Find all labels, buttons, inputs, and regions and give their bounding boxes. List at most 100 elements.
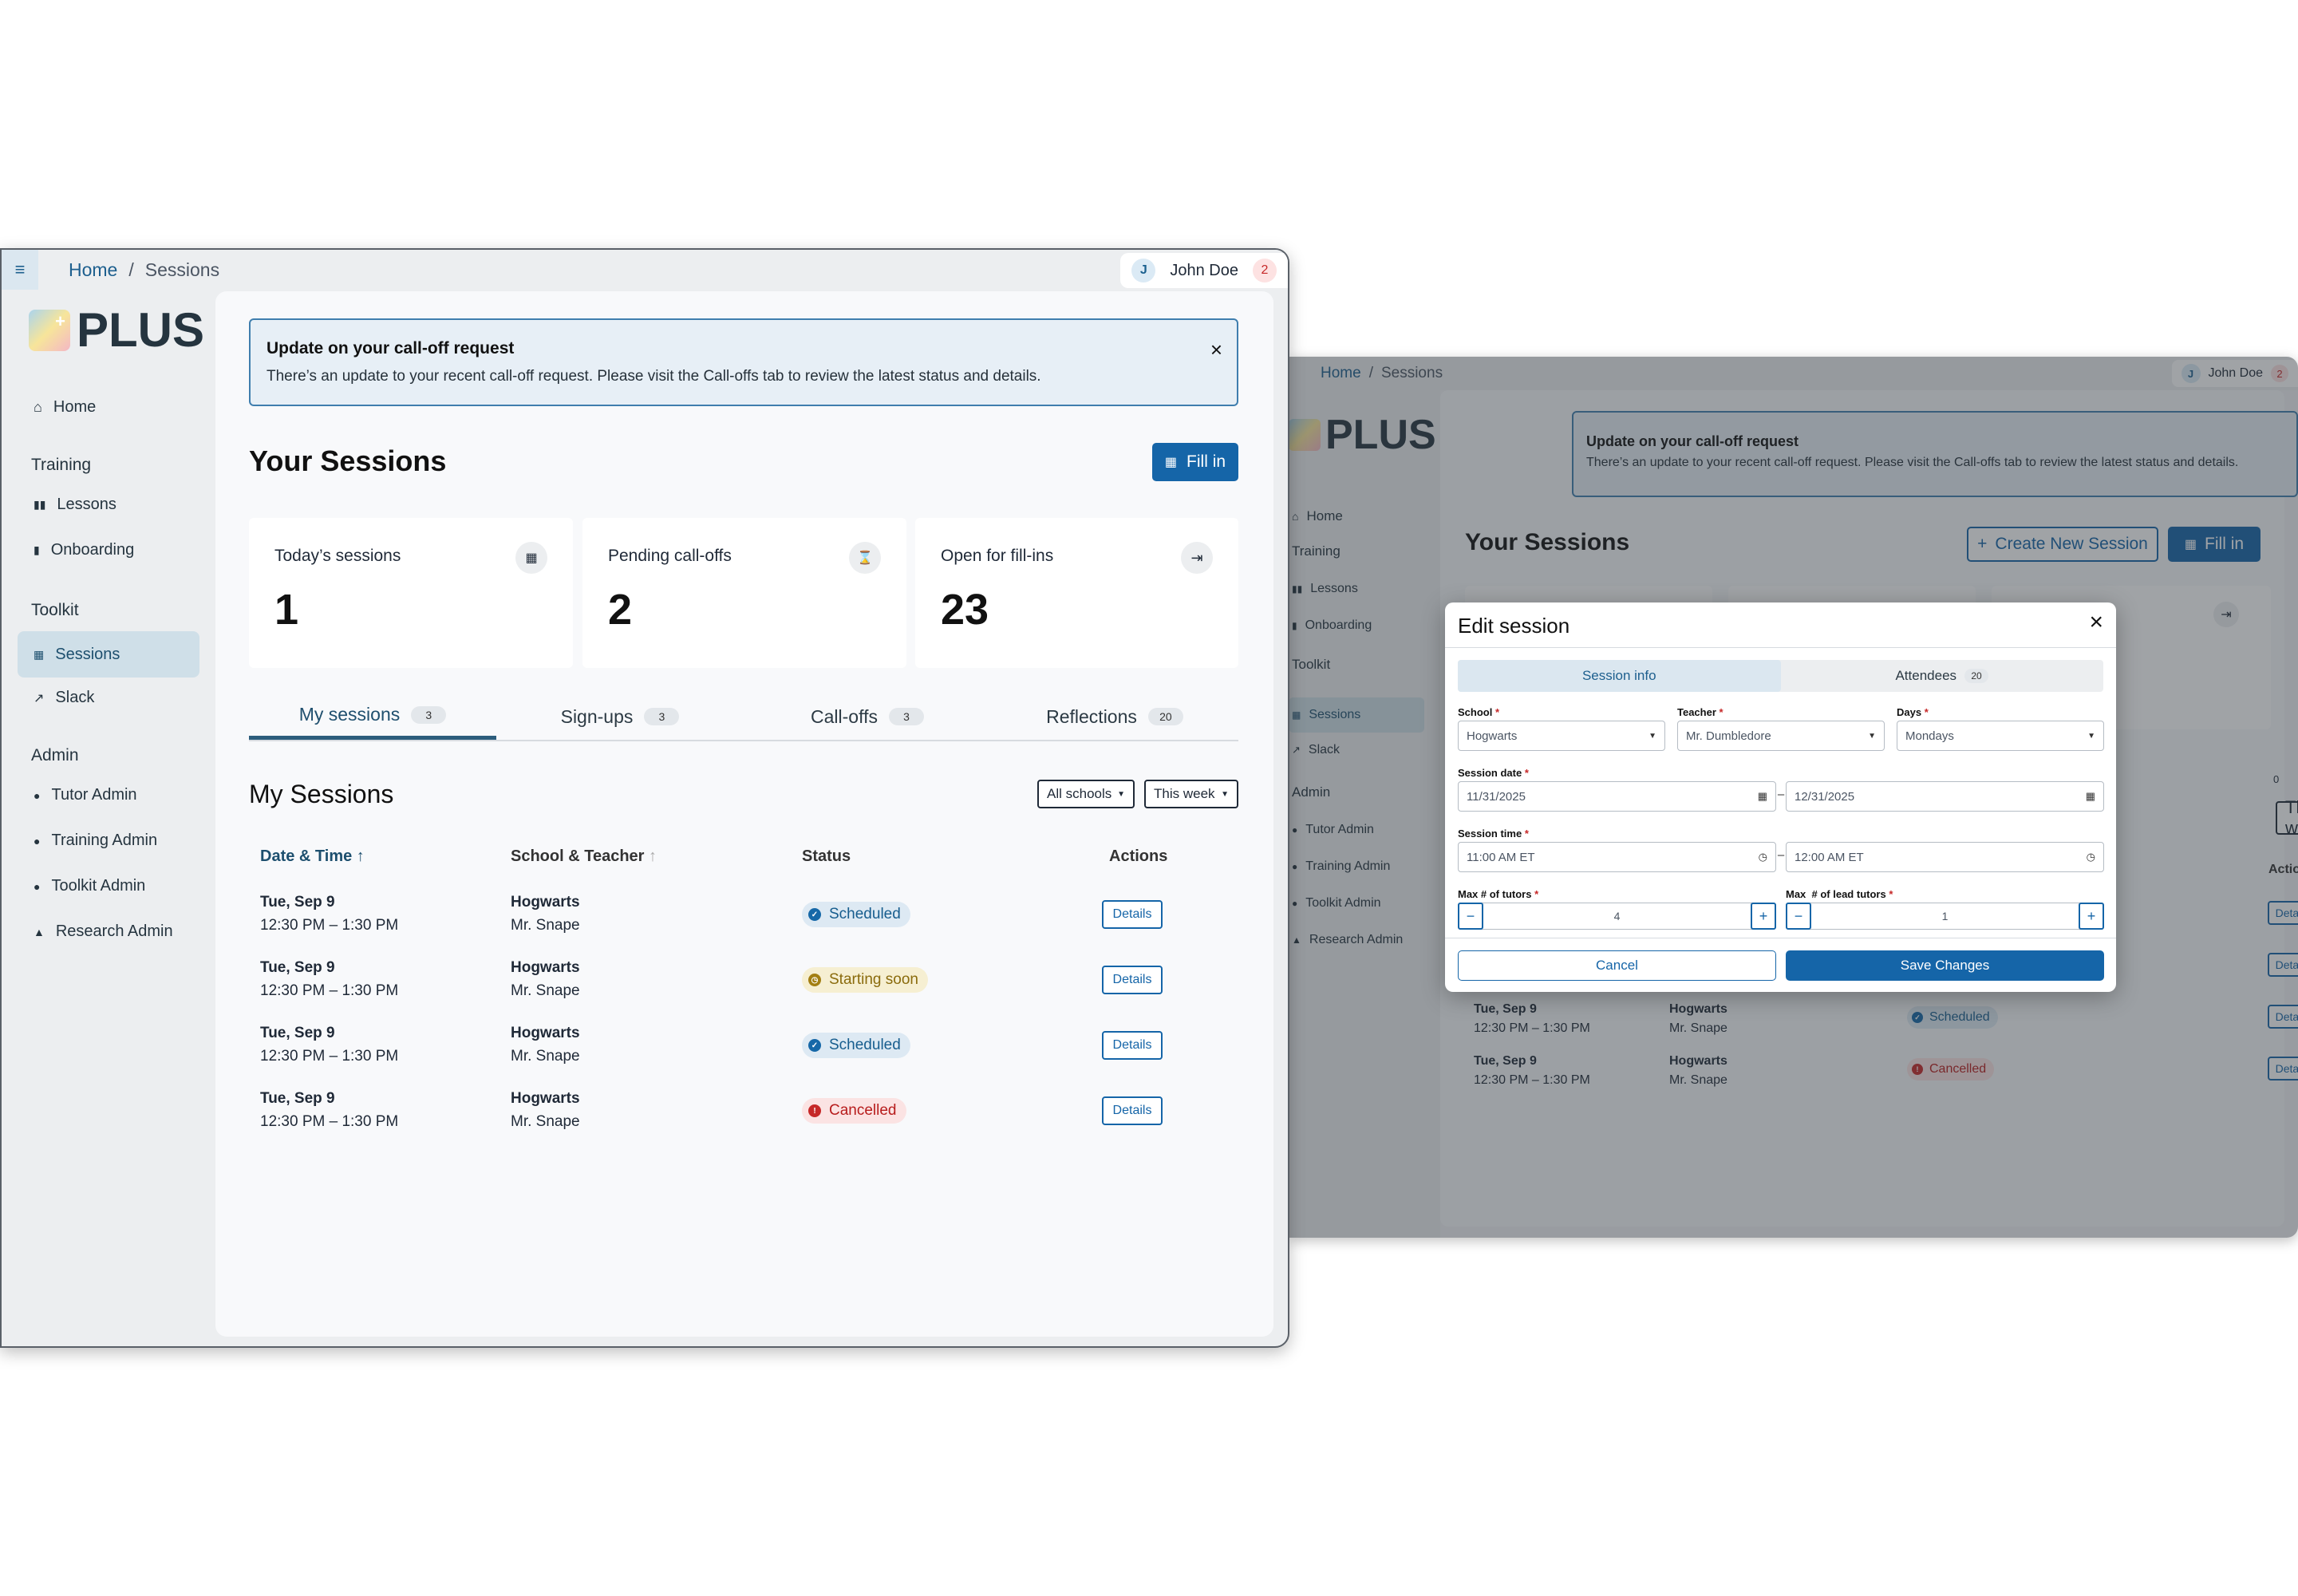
school-filter[interactable]: All schools ▼ bbox=[1037, 780, 1135, 808]
sidebar-item-slack[interactable]: ↗ Slack bbox=[34, 689, 94, 707]
session-date-start-input[interactable]: 11/31/2025 ▦ bbox=[1458, 781, 1776, 812]
session-school: Hogwarts bbox=[511, 1025, 580, 1041]
calendar-icon[interactable]: ▦ bbox=[2086, 790, 2095, 803]
session-date: Tue, Sep 9 bbox=[260, 959, 335, 976]
filter-label: This week bbox=[1154, 786, 1215, 801]
session-time: 12:30 PM – 1:30 PM bbox=[260, 1113, 399, 1130]
sidebar-item-lessons[interactable]: ▮▮ Lessons bbox=[34, 496, 116, 514]
logo-text: PLUS bbox=[77, 303, 205, 357]
user-menu[interactable]: J John Doe 2 bbox=[1120, 253, 1288, 288]
tab-sign-ups[interactable]: Sign-ups 3 bbox=[496, 693, 744, 740]
max-tutors-stepper[interactable]: 4 bbox=[1458, 903, 1776, 930]
details-button[interactable]: Details bbox=[1102, 900, 1163, 929]
user-name: John Doe bbox=[1170, 261, 1238, 279]
clock-icon: ◷ bbox=[808, 974, 821, 986]
required-marker: * bbox=[1889, 888, 1893, 900]
sidebar-item-home[interactable]: ⌂ Home bbox=[34, 398, 96, 417]
details-button[interactable]: Details bbox=[1102, 1096, 1163, 1125]
range-dash: – bbox=[1777, 848, 1785, 862]
session-date-end-input[interactable]: 12/31/2025 ▦ bbox=[1786, 781, 2104, 812]
breadcrumb-home[interactable]: Home bbox=[69, 259, 117, 281]
sort-icon[interactable]: ↑ bbox=[649, 847, 657, 865]
calendar-icon[interactable]: ▦ bbox=[1758, 790, 1767, 803]
session-teacher: Mr. Snape bbox=[511, 917, 580, 934]
sidebar-item-label: Research Admin bbox=[55, 922, 173, 940]
flask-icon: ▲ bbox=[34, 925, 45, 938]
sort-ascending-icon[interactable]: ↑ bbox=[357, 847, 365, 865]
stat-label: Pending call-offs bbox=[608, 547, 732, 565]
caret-down-icon: ▼ bbox=[2087, 731, 2095, 741]
tab-call-offs[interactable]: Call-offs 3 bbox=[744, 693, 991, 740]
tab-attendees[interactable]: Attendees 20 bbox=[1781, 660, 2104, 692]
cancel-button[interactable]: Cancel bbox=[1458, 950, 1776, 981]
modal-close-button[interactable]: × bbox=[2089, 609, 2103, 636]
external-link-icon: ↗ bbox=[34, 691, 45, 705]
sign-in-icon: ⇥ bbox=[1181, 542, 1213, 574]
tab-count: 20 bbox=[1964, 669, 1989, 683]
details-button[interactable]: Details bbox=[1102, 966, 1163, 994]
week-filter[interactable]: This week ▼ bbox=[1144, 780, 1238, 808]
fill-in-button[interactable]: ▦ Fill in bbox=[1152, 443, 1238, 481]
max-tutors-label: Max # of tutors * bbox=[1458, 888, 1538, 900]
school-select[interactable]: Hogwarts ▼ bbox=[1458, 721, 1665, 751]
tab-reflections[interactable]: Reflections 20 bbox=[991, 693, 1238, 740]
increment-button[interactable]: + bbox=[2079, 903, 2104, 930]
days-label: Days * bbox=[1897, 706, 1929, 718]
tab-count: 3 bbox=[411, 705, 447, 724]
calendar-icon: ▦ bbox=[515, 542, 547, 574]
notification-count[interactable]: 2 bbox=[1253, 259, 1277, 282]
label-text: Max # of tutors bbox=[1458, 888, 1532, 900]
book-icon: ▮▮ bbox=[34, 498, 46, 511]
alert-close-button[interactable]: × bbox=[1210, 338, 1222, 362]
logo-mark-icon: + bbox=[29, 309, 70, 351]
home-icon: ⌂ bbox=[34, 399, 42, 415]
sidebar-section-toolkit: Toolkit bbox=[31, 601, 79, 619]
menu-toggle-button[interactable]: ≡ bbox=[2, 250, 38, 290]
alert-body: There’s an update to your recent call-of… bbox=[267, 368, 1041, 385]
sidebar-item-training-admin[interactable]: ● Training Admin bbox=[34, 832, 157, 850]
session-time-end-input[interactable]: 12:00 AM ET ◷ bbox=[1786, 842, 2104, 872]
caret-down-icon: ▼ bbox=[1117, 789, 1125, 799]
tab-count: 3 bbox=[888, 708, 924, 725]
sidebar-item-label: Home bbox=[53, 398, 97, 416]
stat-label: Open for fill-ins bbox=[941, 547, 1054, 565]
tab-count: 3 bbox=[644, 708, 680, 725]
teacher-label: Teacher * bbox=[1677, 706, 1724, 718]
header-date-time[interactable]: Date & Time ↑ bbox=[260, 847, 365, 866]
session-time-label: Session time * bbox=[1458, 828, 1529, 839]
tab-my-sessions[interactable]: My sessions 3 bbox=[249, 693, 496, 740]
sidebar-item-onboarding[interactable]: ▮ Onboarding bbox=[34, 541, 134, 559]
sidebar-item-toolkit-admin[interactable]: ● Toolkit Admin bbox=[34, 877, 145, 895]
session-time: 12:30 PM – 1:30 PM bbox=[260, 1048, 399, 1065]
teacher-select[interactable]: Mr. Dumbledore ▼ bbox=[1677, 721, 1885, 751]
sidebar: + PLUS ⌂ Home Training ▮▮ Lessons ▮ Onboard… bbox=[2, 290, 215, 1346]
label-text: Session date bbox=[1458, 767, 1522, 779]
header-school-teacher[interactable]: School & Teacher ↑ bbox=[511, 847, 657, 866]
sidebar-item-tutor-admin[interactable]: ● Tutor Admin bbox=[34, 786, 137, 804]
decrement-button[interactable]: − bbox=[1458, 903, 1483, 930]
days-select[interactable]: Mondays ▼ bbox=[1897, 721, 2104, 751]
sidebar-item-research-admin[interactable]: ▲ Research Admin bbox=[34, 922, 173, 941]
sidebar-item-sessions[interactable]: ▦ Sessions bbox=[18, 631, 199, 678]
button-label: Fill in bbox=[1187, 452, 1226, 471]
clock-icon[interactable]: ◷ bbox=[2087, 851, 2095, 863]
stat-value: 2 bbox=[608, 586, 633, 634]
top-bar: ≡ Home / Sessions J John Doe 2 bbox=[2, 250, 1288, 290]
session-time-start-input[interactable]: 11:00 AM ET ◷ bbox=[1458, 842, 1776, 872]
decrement-button[interactable]: − bbox=[1786, 903, 1811, 930]
save-changes-button[interactable]: Save Changes bbox=[1786, 950, 2104, 981]
sidebar-item-label: Sessions bbox=[55, 645, 120, 663]
status-badge: ✓ Scheduled bbox=[802, 1033, 910, 1058]
clock-icon[interactable]: ◷ bbox=[1759, 851, 1767, 863]
sidebar-section-training: Training bbox=[31, 456, 92, 474]
status-badge: ✓ Scheduled bbox=[802, 902, 910, 927]
stat-label: Today’s sessions bbox=[274, 547, 401, 565]
details-button[interactable]: Details bbox=[1102, 1031, 1163, 1060]
session-school: Hogwarts bbox=[511, 894, 580, 911]
range-dash: – bbox=[1777, 788, 1785, 801]
sidebar-item-label: Lessons bbox=[57, 496, 116, 513]
max-lead-tutors-stepper[interactable]: 1 bbox=[1786, 903, 2104, 930]
tab-session-info[interactable]: Session info bbox=[1458, 660, 1781, 692]
label-text: Max # of lead tutors bbox=[1786, 888, 1886, 900]
increment-button[interactable]: + bbox=[1751, 903, 1776, 930]
